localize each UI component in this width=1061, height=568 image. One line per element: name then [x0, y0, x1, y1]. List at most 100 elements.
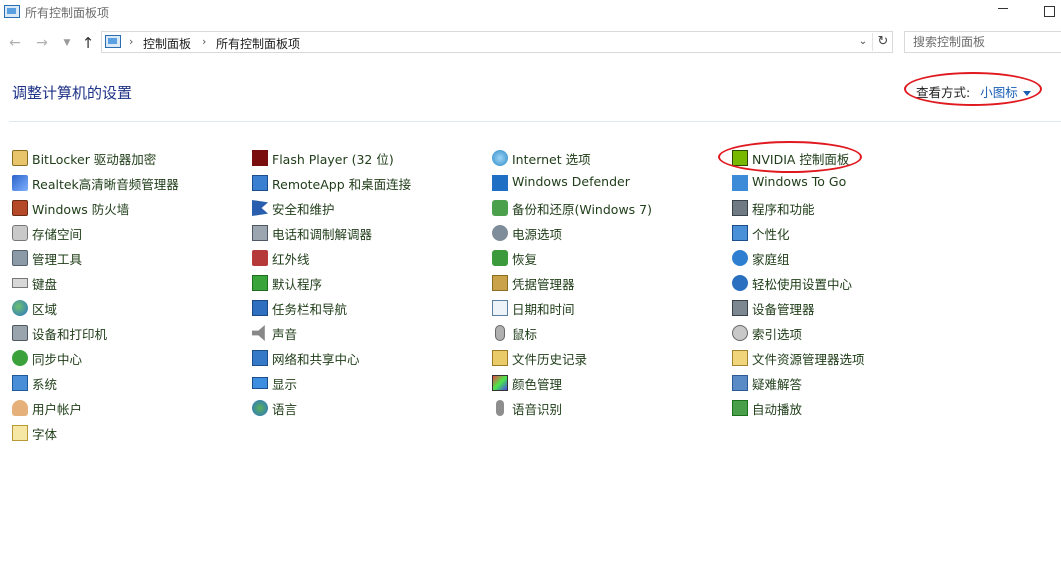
caret-down-icon [1022, 91, 1031, 96]
cp-item-label: 默认程序 [272, 277, 323, 292]
cp-item-label: Flash Player (32 位) [272, 152, 394, 167]
cp-item-label: Realtek高清晰音频管理器 [32, 177, 179, 192]
personalization-icon [732, 225, 748, 241]
ease-of-access-icon [732, 275, 748, 291]
cp-item-label: Windows Defender [512, 174, 630, 189]
cp-item-label: 声音 [272, 327, 298, 342]
programs-features-icon [732, 200, 748, 216]
sound-icon [252, 325, 265, 341]
date-time-icon [492, 300, 508, 316]
cp-item-label: 备份和还原(Windows 7) [512, 202, 652, 217]
minimize-icon [998, 8, 1008, 9]
refresh-button[interactable]: ↻ [872, 33, 893, 51]
cp-item-label: 恢复 [512, 252, 538, 267]
remoteapp-icon [252, 175, 268, 191]
fonts-icon [12, 425, 28, 441]
maximize-button[interactable] [1026, 0, 1061, 26]
device-manager-icon [732, 300, 748, 316]
cp-item-label: BitLocker 驱动器加密 [32, 152, 157, 167]
header-divider [9, 121, 1061, 122]
power-options-icon [492, 225, 508, 241]
cp-item-label: 电源选项 [512, 227, 563, 242]
language-icon [252, 400, 268, 416]
network-sharing-icon [252, 350, 268, 366]
keyboard-icon [12, 278, 28, 288]
cp-item-label: 系统 [32, 377, 58, 392]
minimize-button[interactable] [980, 0, 1026, 26]
cp-item-label: 设备管理器 [752, 302, 815, 317]
up-button[interactable]: ↑ [79, 34, 97, 52]
cp-item-label: 安全和维护 [272, 202, 335, 217]
cp-item-label: 字体 [32, 427, 58, 442]
windows-defender-icon [492, 175, 508, 191]
windows-to-go-icon [732, 175, 748, 191]
cp-item-label: 设备和打印机 [32, 327, 108, 342]
recent-locations-button[interactable]: ▼ [58, 34, 76, 52]
cp-item-label: 任务栏和导航 [272, 302, 348, 317]
cp-item-label: 疑难解答 [752, 377, 803, 392]
forward-button[interactable]: → [33, 34, 51, 52]
cp-item-label: 鼠标 [512, 327, 538, 342]
page-title: 调整计算机的设置 [12, 84, 133, 102]
cp-item-label: 颜色管理 [512, 377, 563, 392]
title-bar: 所有控制面板项 [0, 0, 1061, 26]
cp-item-label: NVIDIA 控制面板 [752, 152, 850, 167]
cp-item-label: 自动播放 [752, 402, 803, 417]
address-dropdown-icon[interactable]: ⌄ [856, 34, 870, 50]
cp-item-label: Internet 选项 [512, 152, 591, 167]
firewall-icon [12, 200, 28, 216]
cp-item-label: 文件历史记录 [512, 352, 588, 367]
display-icon [252, 377, 268, 389]
cp-item-label: 文件资源管理器选项 [752, 352, 865, 367]
address-bar[interactable]: › 控制面板 › 所有控制面板项 ⌄ ↻ [101, 31, 893, 53]
breadcrumb-chevron-icon[interactable]: › [129, 35, 133, 48]
bitlocker-icon [12, 150, 28, 166]
cp-item-label: 网络和共享中心 [272, 352, 360, 367]
cp-item-label: Windows 防火墙 [32, 202, 130, 217]
speech-recognition-icon [496, 400, 504, 416]
taskbar-icon [252, 300, 268, 316]
backup-restore-icon [492, 200, 508, 216]
storage-spaces-icon [12, 225, 28, 241]
view-by: 查看方式: 小图标 [916, 82, 1031, 101]
cp-item-label: 个性化 [752, 227, 790, 242]
cp-item-label: 用户帐户 [32, 402, 83, 417]
devices-printers-icon [12, 325, 28, 341]
cp-item-label: 索引选项 [752, 327, 803, 342]
mouse-icon [495, 325, 505, 341]
homegroup-icon [732, 250, 748, 266]
window-title: 所有控制面板项 [25, 6, 110, 20]
security-maintenance-icon [252, 200, 268, 216]
breadcrumb-all-items[interactable]: 所有控制面板项 [216, 35, 300, 52]
cp-item-label: 轻松使用设置中心 [752, 277, 853, 292]
troubleshooting-icon [732, 375, 748, 391]
cp-item-label: 语音识别 [512, 402, 563, 417]
default-programs-icon [252, 275, 268, 291]
view-by-dropdown[interactable]: 小图标 [980, 85, 1031, 100]
cp-item-label: 程序和功能 [752, 202, 815, 217]
cp-item-label: 管理工具 [32, 252, 83, 267]
cp-item-label: 红外线 [272, 252, 310, 267]
search-input[interactable] [904, 31, 1061, 53]
view-by-label: 查看方式: [916, 85, 971, 100]
user-accounts-icon [12, 400, 28, 416]
cp-item-label: 凭据管理器 [512, 277, 575, 292]
internet-options-icon [492, 150, 508, 166]
infrared-icon [252, 250, 268, 266]
autoplay-icon [732, 400, 748, 416]
credential-manager-icon [492, 275, 508, 291]
recovery-icon [492, 250, 508, 266]
system-icon [12, 375, 28, 391]
cp-item-label: 显示 [272, 377, 298, 392]
admin-tools-icon [12, 250, 28, 266]
region-icon [12, 300, 28, 316]
cp-item-label: 电话和调制解调器 [272, 227, 373, 242]
back-button[interactable]: ← [6, 34, 24, 52]
color-management-icon [492, 375, 508, 391]
sync-center-icon [12, 350, 28, 366]
breadcrumb-chevron-icon[interactable]: › [202, 35, 206, 48]
breadcrumb-control-panel[interactable]: 控制面板 [143, 35, 191, 52]
navigation-bar: ← → ▼ ↑ › 控制面板 › 所有控制面板项 ⌄ ↻ [0, 29, 1061, 57]
maximize-icon [1043, 6, 1055, 17]
indexing-options-icon [732, 325, 748, 341]
